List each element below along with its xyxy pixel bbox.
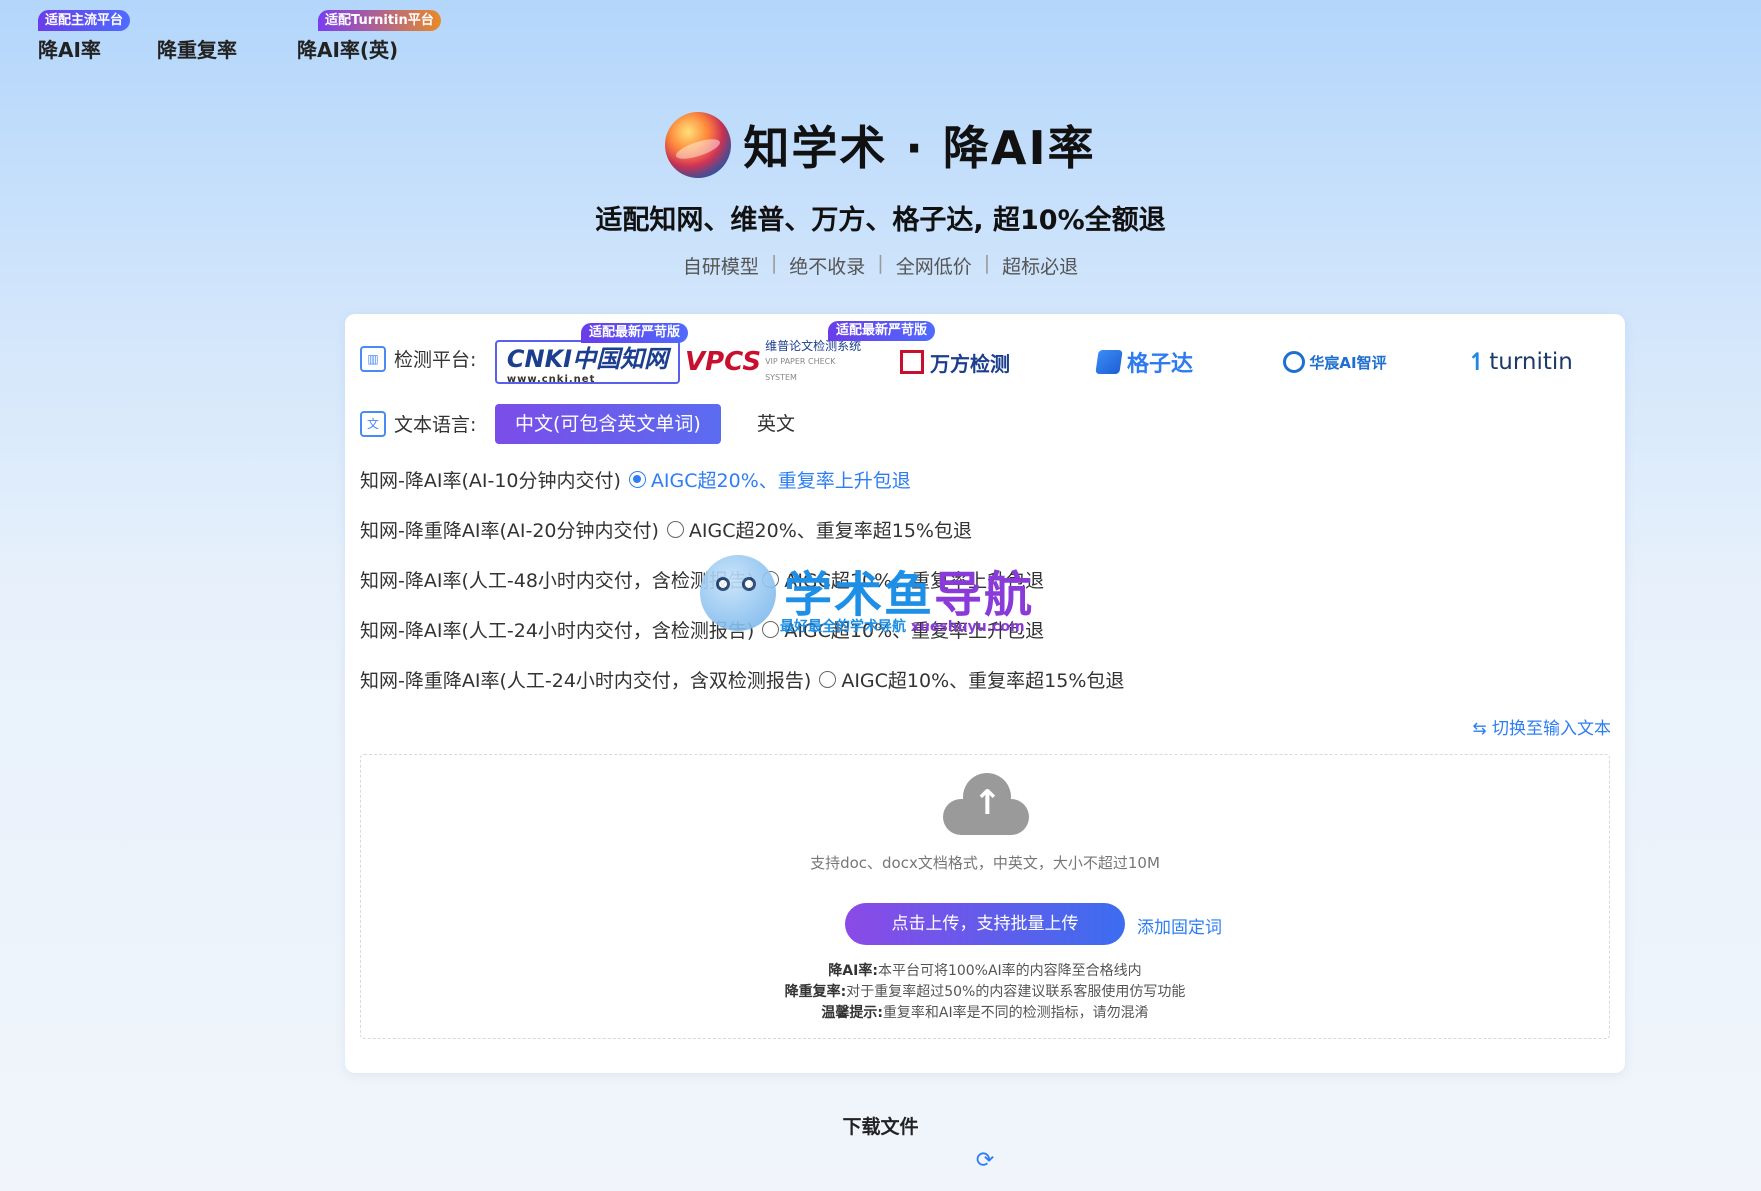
service-option-label: 知网-降AI率(AI-10分钟内交付)	[360, 470, 621, 492]
translate-icon: 文	[360, 410, 386, 437]
service-radio[interactable]	[628, 471, 646, 488]
description-line: 温馨提示:重复率和AI率是不同的检测指标，请勿混淆	[821, 1005, 1149, 1021]
platform-turnitin[interactable]: ↿ turnitin	[1450, 340, 1590, 384]
platform-badge: 适配最新严苛版	[827, 321, 935, 341]
feature-item: 绝不收录	[789, 256, 866, 278]
service-option-note: AIGC超10%、重复率超15%包退	[841, 670, 1125, 692]
feature-item: 自研模型	[682, 256, 759, 278]
platform-vpcs[interactable]: 适配最新严苛版 VPCS 维普论文检测系统 VIP PAPER CHECK SY…	[685, 321, 935, 384]
service-radio[interactable]	[819, 671, 837, 688]
platform-huachen[interactable]: 华宸AI智评	[1265, 340, 1405, 384]
language-chinese-button[interactable]: 中文(可包含英文单词)	[495, 404, 721, 444]
service-option[interactable]: 知网-降重降AI率(人工-24小时内交付，含双检测报告) AIGC超10%、重复…	[360, 666, 1124, 693]
service-option-label: 知网-降重降AI率(人工-24小时内交付，含双检测报告)	[360, 670, 812, 692]
service-option[interactable]: 知网-降AI率(AI-10分钟内交付) AIGC超20%、重复率上升包退	[360, 466, 911, 493]
vpcs-logo-sub: 维普论文检测系统 VIP PAPER CHECK SYSTEM	[765, 339, 862, 382]
brand-logo-icon	[665, 112, 732, 178]
upload-button[interactable]: 点击上传，支持批量上传	[845, 903, 1125, 945]
gezida-logo-icon	[1095, 350, 1123, 374]
feature-item: 超标必退	[1002, 256, 1079, 278]
platform-badge: 适配最新严苛版	[580, 323, 688, 343]
nav-tag-turnitin: 适配Turnitin平台	[318, 10, 441, 31]
download-title: 下载文件	[842, 1116, 919, 1138]
platform-selector: 适配最新严苛版 CNKI中国知网 www.cnki.net 适配最新严苛版 VP…	[495, 321, 1615, 385]
upload-dropzone[interactable]: ↑ 支持doc、docx文档格式，中英文，大小不超过10M 点击上传，支持批量上…	[360, 754, 1610, 1039]
huachen-logo: 华宸AI智评	[1309, 353, 1387, 372]
refresh-icon[interactable]: ⟳	[972, 1148, 998, 1174]
turnitin-logo: turnitin	[1489, 349, 1573, 375]
hero-title-row: 知学术 · 降AI率	[0, 112, 1761, 178]
platform-cnki[interactable]: 适配最新严苛版 CNKI中国知网 www.cnki.net	[495, 323, 688, 385]
service-option-label: 知网-降重降AI率(AI-20分钟内交付)	[360, 520, 659, 542]
service-option[interactable]: 知网-降重降AI率(AI-20分钟内交付) AIGC超20%、重复率超15%包退	[360, 516, 972, 543]
huachen-logo-icon	[1283, 351, 1306, 373]
service-option-note: AIGC超20%、重复率超15%包退	[688, 520, 972, 542]
wanfang-logo: 万方检测	[930, 351, 1010, 376]
top-nav: 适配主流平台 降AI率 降重复率 适配Turnitin平台 降AI率(英)	[0, 0, 1761, 70]
platform-label-text: 检测平台:	[394, 349, 477, 371]
service-option-note: AIGC超20%、重复率上升包退	[650, 470, 911, 492]
page-title: 知学术 · 降AI率	[743, 121, 1096, 175]
hero-subtitle: 适配知网、维普、万方、格子达, 超10%全额退	[595, 205, 1166, 236]
wanfang-logo-icon	[900, 350, 924, 374]
watermark-subtitle: 最好最全的学术导航 xueshuyu.com	[780, 619, 1025, 635]
nav-item-reduce-ai[interactable]: 降AI率	[38, 34, 101, 63]
service-option-label: 知网-降AI率(人工-24小时内交付，含检测报告)	[360, 620, 755, 642]
gezida-logo: 格子达	[1126, 352, 1193, 377]
add-fixed-words-link[interactable]: 添加固定词	[1137, 913, 1222, 938]
watermark-logo: 学术鱼导航 最好最全的学术导航 xueshuyu.com	[700, 555, 1060, 635]
platform-wanfang[interactable]: 万方检测	[885, 340, 1025, 384]
cloud-upload-icon: ↑	[943, 773, 1029, 839]
language-label-text: 文本语言:	[394, 414, 477, 436]
feature-item: 全网低价	[895, 256, 972, 278]
nav-tag-mainstream: 适配主流平台	[38, 10, 131, 31]
nav-item-reduce-duplication[interactable]: 降重复率	[157, 34, 237, 63]
platform-row-label: ▥ 检测平台:	[360, 345, 476, 372]
service-option-label: 知网-降AI率(人工-48小时内交付，含检测报告)	[360, 570, 755, 592]
description-line: 降重复率:对于重复率超过50%的内容建议联系客服使用仿写功能	[784, 984, 1186, 1000]
watermark-title: 学术鱼导航	[784, 567, 1035, 623]
switch-to-text-input-link[interactable]: ⇆ 切换至输入文本	[1472, 714, 1611, 739]
language-row-label: 文 文本语言:	[360, 410, 476, 437]
service-radio[interactable]	[666, 521, 684, 538]
hero-features: 自研模型 | 绝不收录 | 全网低价 | 超标必退	[0, 252, 1761, 279]
language-english-button[interactable]: 英文	[737, 404, 815, 444]
octopus-mascot-icon	[700, 555, 776, 631]
vpcs-logo: VPCS	[685, 347, 762, 377]
nav-item-reduce-ai-english[interactable]: 降AI率(英)	[297, 34, 398, 63]
upload-hint: 支持doc、docx文档格式，中英文，大小不超过10M	[810, 854, 1160, 872]
chart-icon: ▥	[360, 345, 386, 372]
platform-gezida[interactable]: 格子达	[1075, 340, 1215, 384]
main-card: ▥ 检测平台: 适配最新严苛版 CNKI中国知网 www.cnki.net 适配…	[345, 314, 1625, 1073]
description-line: 降AI率:本平台可将100%AI率的内容降至合格线内	[828, 963, 1142, 979]
cnki-logo: CNKI中国知网 www.cnki.net	[506, 345, 669, 385]
turnitin-logo-icon: ↿	[1467, 348, 1488, 376]
